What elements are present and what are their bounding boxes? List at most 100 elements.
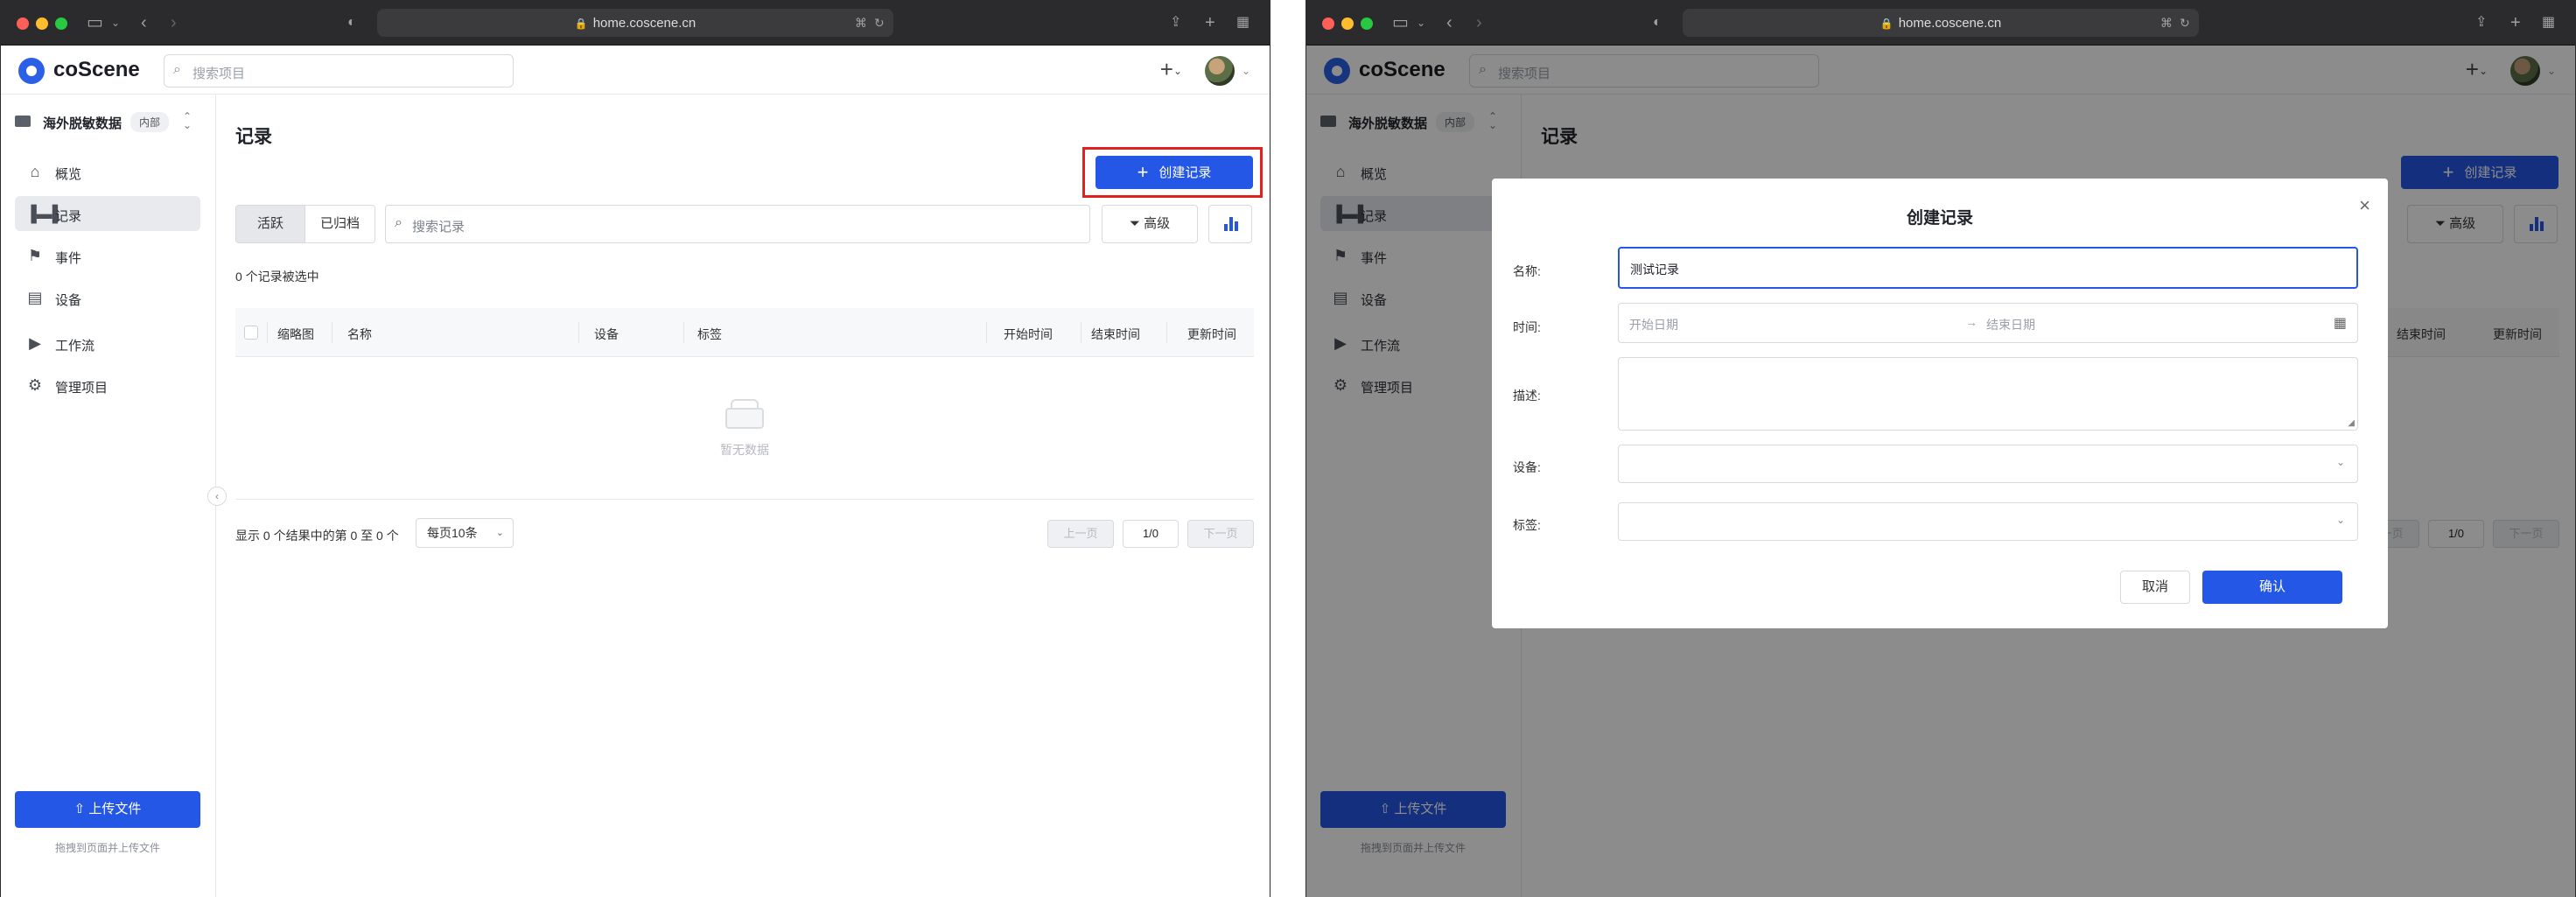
privacy-shield-icon[interactable]: ◐ [1653, 12, 1662, 33]
time-range-picker[interactable]: 开始日期 → 结束日期 ▦ [1618, 303, 2358, 343]
tab-active[interactable]: 活跃 [236, 206, 304, 242]
translate-icon[interactable]: ⌘ [2160, 12, 2173, 33]
empty-state-text: 暂无数据 [720, 443, 769, 457]
name-input[interactable]: 测试记录 [1618, 247, 2358, 289]
close-icon[interactable]: × [2359, 194, 2370, 217]
project-switcher[interactable]: 海外脱敏数据 内部 ⌃ ⌄ [15, 110, 202, 133]
column-header-device[interactable]: 设备 [594, 326, 619, 343]
back-icon[interactable]: ‹ [1446, 12, 1452, 33]
selected-count: 0 个记录被选中 [235, 270, 319, 284]
translate-icon[interactable]: ⌘ [855, 12, 867, 33]
forward-icon[interactable]: › [1476, 12, 1482, 33]
column-header-tags[interactable]: 标签 [697, 326, 722, 343]
chevron-updown-icon: ⌃ ⌄ [183, 110, 192, 131]
column-header-name[interactable]: 名称 [347, 326, 372, 343]
chevron-down-icon[interactable]: ⌄ [1242, 65, 1250, 77]
address-bar[interactable]: 🔒 home.coscene.cn ⌘ ↻ [1683, 9, 2199, 37]
end-date-placeholder: 结束日期 [1986, 318, 2035, 332]
page-title: 记录 [235, 127, 272, 147]
sidebar-item-label: 记录 [55, 209, 82, 224]
brand-name[interactable]: coScene [53, 58, 140, 82]
sidebar-item-overview[interactable]: ⌂ 概览 [15, 154, 200, 189]
sidebar-toggle-icon[interactable]: ▭ [1392, 12, 1409, 33]
column-header-start-time[interactable]: 开始时间 [1004, 326, 1053, 343]
sidebar: 海外脱敏数据 内部 ⌃ ⌄ ⌂ 概览 ▐▬▌ 记录 ⚑ 事件 ▤ 设备 ▶ 工作流… [1, 95, 216, 897]
lock-icon: 🔒 [1880, 18, 1894, 30]
record-icon: ▐▬▌ [25, 205, 64, 222]
confirm-button[interactable]: 确认 [2202, 571, 2342, 604]
chevron-down-icon[interactable]: ⌄ [1417, 12, 1425, 33]
lock-icon: 🔒 [574, 18, 588, 30]
browser-window-list: ▭ ⌄ ‹ › ◐ 🔒 home.coscene.cn ⌘ ↻ ⇪ + ▦ coS… [0, 0, 1270, 897]
device-icon: ▤ [27, 289, 43, 306]
modal-backdrop[interactable]: 创建记录 × 名称: 测试记录 时间: 开始日期 → 结束日期 ▦ 描述: ◢ … [1306, 46, 2575, 897]
upload-file-button[interactable]: ⇧ 上传文件 [15, 791, 200, 828]
empty-inbox-icon [722, 397, 767, 431]
page-size-select[interactable]: 每页10条 ⌄ [416, 518, 514, 548]
privacy-shield-icon[interactable]: ◐ [347, 12, 356, 33]
record-search-placeholder: 搜索记录 [412, 220, 466, 235]
maximize-window-button[interactable] [55, 18, 67, 30]
tab-overview-icon[interactable]: ▦ [2542, 12, 2555, 33]
records-page: 记录 + 创建记录 活跃 已归档 ⌕ 搜索记录 ⏷ 高级 0 个记录被选中 缩略图… [216, 95, 1270, 897]
url-text: home.coscene.cn [1898, 16, 2002, 31]
name-input-value: 测试记录 [1630, 263, 1679, 277]
time-label: 时间: [1513, 320, 1541, 334]
sidebar-item-label: 概览 [55, 167, 82, 182]
prev-page-button[interactable]: 上一页 [1047, 520, 1114, 548]
coscene-logo-icon[interactable] [18, 58, 45, 84]
column-divider [1081, 322, 1082, 343]
tag-select[interactable]: ⌄ [1618, 502, 2358, 541]
close-window-button[interactable] [17, 18, 29, 30]
tab-overview-icon[interactable]: ▦ [1236, 12, 1250, 33]
url-text: home.coscene.cn [592, 16, 696, 31]
project-search-input[interactable]: ⌕ 搜索项目 [164, 54, 514, 88]
column-header-updated-time[interactable]: 更新时间 [1187, 326, 1236, 343]
next-page-button[interactable]: 下一页 [1187, 520, 1254, 548]
cancel-button[interactable]: 取消 [2120, 571, 2190, 604]
new-tab-icon[interactable]: + [1205, 12, 1215, 33]
sidebar-item-label: 工作流 [55, 339, 95, 354]
sidebar-item-records[interactable]: ▐▬▌ 记录 [15, 196, 200, 231]
home-icon: ⌂ [30, 163, 40, 180]
share-icon[interactable]: ⇪ [1170, 12, 1181, 33]
reload-icon[interactable]: ↻ [874, 12, 885, 33]
calendar-icon: ▦ [2333, 316, 2347, 331]
dialog-title: 创建记录 [1906, 209, 1973, 228]
share-icon[interactable]: ⇪ [2475, 12, 2487, 33]
sidebar-item-workflows[interactable]: ▶ 工作流 [15, 326, 200, 361]
back-icon[interactable]: ‹ [141, 12, 147, 33]
maximize-window-button[interactable] [1361, 18, 1373, 30]
address-bar[interactable]: 🔒 home.coscene.cn ⌘ ↻ [377, 9, 893, 37]
column-header-thumbnail[interactable]: 缩略图 [277, 326, 314, 343]
tab-archived[interactable]: 已归档 [304, 206, 374, 242]
create-menu-button[interactable]: +⌄ [1160, 56, 1182, 83]
resize-handle-icon[interactable]: ◢ [2348, 418, 2355, 428]
sidebar-item-events[interactable]: ⚑ 事件 [15, 238, 200, 273]
avatar[interactable] [1205, 56, 1235, 86]
device-label: 设备: [1513, 460, 1541, 474]
column-header-end-time[interactable]: 结束时间 [1091, 326, 1140, 343]
chevron-down-icon[interactable]: ⌄ [111, 12, 120, 33]
sidebar-toggle-icon[interactable]: ▭ [87, 12, 103, 33]
close-window-button[interactable] [1322, 18, 1334, 30]
sidebar-item-devices[interactable]: ▤ 设备 [15, 280, 200, 315]
sidebar-item-manage-project[interactable]: ⚙ 管理项目 [15, 368, 200, 403]
project-name: 海外脱敏数据 [43, 116, 122, 131]
forward-icon[interactable]: › [171, 12, 177, 33]
minimize-window-button[interactable] [1341, 18, 1354, 30]
description-textarea[interactable]: ◢ [1618, 357, 2358, 431]
upload-file-label: 上传文件 [88, 802, 142, 816]
start-date-placeholder: 开始日期 [1629, 318, 1678, 332]
select-all-checkbox[interactable] [244, 326, 258, 340]
record-search-input[interactable]: ⌕ 搜索记录 [385, 205, 1090, 243]
minimize-window-button[interactable] [36, 18, 48, 30]
chevron-down-icon: ⌄ [2335, 456, 2345, 468]
sidebar-item-label: 设备 [55, 293, 82, 308]
new-tab-icon[interactable]: + [2510, 12, 2521, 33]
create-record-dialog: 创建记录 × 名称: 测试记录 时间: 开始日期 → 结束日期 ▦ 描述: ◢ … [1492, 179, 2388, 628]
statistics-button[interactable] [1208, 205, 1252, 243]
device-select[interactable]: ⌄ [1618, 445, 2358, 483]
reload-icon[interactable]: ↻ [2180, 12, 2190, 33]
advanced-filter-button[interactable]: ⏷ 高级 [1102, 205, 1198, 243]
